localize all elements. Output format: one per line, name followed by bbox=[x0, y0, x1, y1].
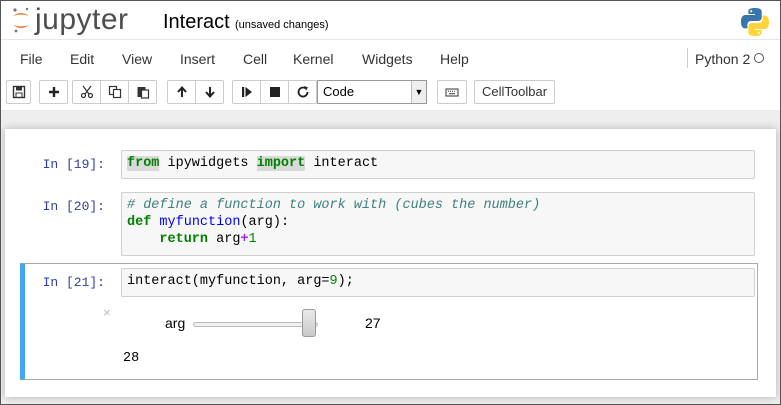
celltoolbar-button[interactable]: CellToolbar bbox=[474, 80, 556, 104]
move-up-button[interactable] bbox=[167, 80, 196, 104]
slider-label: arg bbox=[165, 315, 186, 331]
copy-icon bbox=[108, 85, 121, 99]
notebook-container: In [19]: from ipywidgets import interact… bbox=[5, 129, 776, 397]
menu-file[interactable]: File bbox=[20, 51, 43, 67]
copy-button[interactable] bbox=[100, 80, 129, 104]
command-palette-button[interactable] bbox=[437, 80, 467, 104]
menu-cell[interactable]: Cell bbox=[243, 51, 267, 67]
close-icon[interactable]: × bbox=[103, 305, 111, 320]
menu-view[interactable]: View bbox=[122, 51, 152, 67]
paste-button[interactable] bbox=[128, 80, 157, 104]
keyboard-icon bbox=[445, 88, 459, 97]
menu-insert[interactable]: Insert bbox=[180, 51, 215, 67]
cut-button[interactable] bbox=[72, 80, 101, 104]
code-cell-input[interactable]: # define a function to work with (cubes … bbox=[121, 192, 755, 256]
edit-button-group bbox=[72, 80, 157, 104]
notebook-window: jupyter Interact (unsaved changes) File … bbox=[0, 0, 781, 405]
restart-kernel-button[interactable] bbox=[288, 80, 317, 104]
python-logo-icon bbox=[741, 8, 769, 36]
cell-prompt: In [19]: bbox=[42, 157, 105, 172]
slider-handle[interactable] bbox=[302, 309, 317, 337]
menu-help[interactable]: Help bbox=[440, 51, 469, 67]
menu-widgets[interactable]: Widgets bbox=[362, 51, 413, 67]
run-cell-button[interactable] bbox=[232, 80, 261, 104]
cell-output: 28 bbox=[123, 351, 140, 366]
cell-type-select[interactable]: Code ▼ bbox=[317, 80, 427, 104]
jupyter-logo[interactable]: jupyter bbox=[11, 5, 129, 35]
chevron-down-icon: ▼ bbox=[411, 81, 426, 103]
move-button-group bbox=[167, 80, 224, 104]
run-button-group bbox=[232, 80, 317, 104]
code-cell-input[interactable]: from ipywidgets import interact bbox=[121, 150, 755, 179]
jupyter-logo-text: jupyter bbox=[35, 3, 129, 36]
move-down-button[interactable] bbox=[195, 80, 224, 104]
menu-edit[interactable]: Edit bbox=[70, 51, 94, 67]
kernel-divider bbox=[687, 48, 688, 68]
arrow-up-icon bbox=[176, 85, 187, 97]
interrupt-kernel-button[interactable] bbox=[260, 80, 289, 104]
cell-type-value: Code bbox=[323, 84, 355, 99]
step-forward-icon bbox=[241, 87, 252, 97]
save-button[interactable] bbox=[6, 80, 31, 104]
kernel-name: Python 2 bbox=[695, 51, 751, 67]
menubar: File Edit View Insert Cell Kernel Widget… bbox=[1, 39, 780, 77]
kernel-status-indicator-icon bbox=[754, 53, 764, 63]
cell-prompt: In [20]: bbox=[42, 199, 105, 214]
slider-track[interactable] bbox=[193, 322, 318, 327]
plus-icon bbox=[48, 87, 59, 97]
cell-prompt: In [21]: bbox=[42, 275, 105, 290]
notebook-title[interactable]: Interact bbox=[163, 11, 230, 34]
menu-kernel[interactable]: Kernel bbox=[293, 51, 333, 67]
save-status: (unsaved changes) bbox=[235, 19, 329, 31]
code-cell-input[interactable]: interact(myfunction, arg=9); bbox=[121, 268, 755, 297]
slider-value[interactable]: 27 bbox=[365, 315, 381, 331]
save-icon bbox=[12, 85, 25, 99]
refresh-icon bbox=[297, 86, 308, 98]
toolbar: Code ▼ CellToolbar bbox=[1, 76, 780, 111]
paste-icon bbox=[137, 87, 149, 99]
stop-icon bbox=[269, 87, 280, 97]
arrow-down-icon bbox=[204, 87, 215, 99]
jupyter-logo-icon bbox=[13, 7, 29, 33]
insert-cell-button[interactable] bbox=[39, 80, 68, 104]
header: jupyter Interact (unsaved changes) bbox=[1, 1, 780, 39]
scissors-icon bbox=[80, 85, 93, 99]
